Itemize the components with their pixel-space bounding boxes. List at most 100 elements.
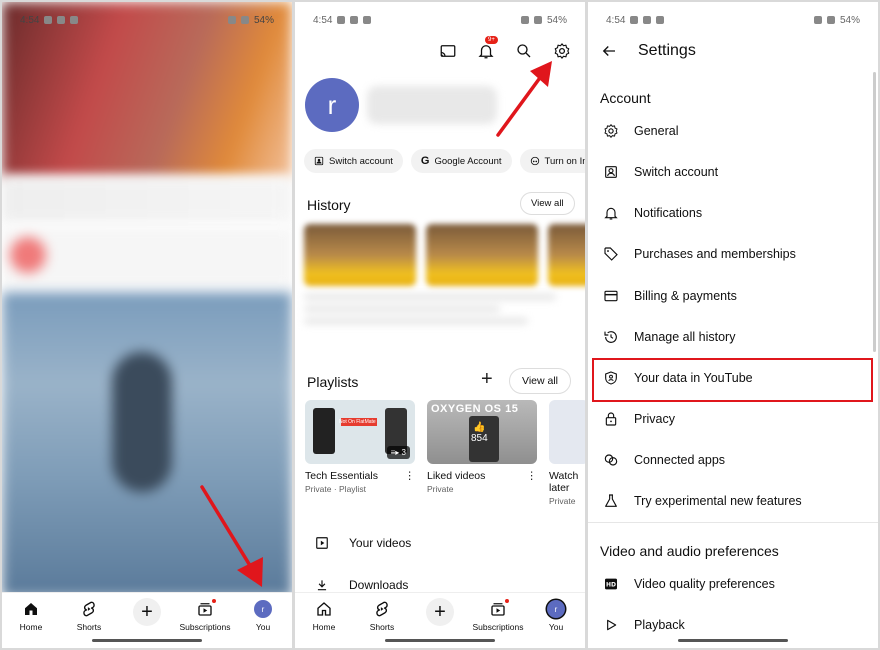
notification-badge: 9+ [485,36,498,44]
video-section-header: Video and audio preferences [600,543,779,559]
notification-icon [44,16,53,24]
clock: 4:54 [20,14,40,26]
gesture-bar [92,639,202,642]
thumbs-up-icon: 👍 [473,422,486,433]
playlists-view-all-button[interactable]: View all [509,368,571,394]
incognito-icon [530,156,539,166]
battery-level: 54% [839,14,860,26]
settings-item-playback[interactable]: Playback [600,608,868,642]
profile-avatar[interactable]: r [305,78,359,132]
more-options-icon[interactable]: ⋮ [527,470,538,482]
switch-account-chip[interactable]: Switch account [304,149,403,173]
liked-count: 👍 854 [471,422,488,444]
your-videos-row[interactable]: Your videos [315,536,411,550]
signal-icon [520,16,529,24]
settings-item-manage-history[interactable]: Manage all history [600,320,868,354]
notification-icon [337,16,346,24]
back-arrow-icon[interactable] [600,42,618,60]
history-video-thumbnail[interactable] [304,224,416,286]
red-arrow-annotation [200,485,263,587]
home-feed-screen: 4:54 54% Home Shorts + Subscriptions r Y… [2,2,292,648]
switch-account-icon [602,163,620,181]
nav-create[interactable]: + [120,598,174,626]
history-thumbnails [304,224,585,286]
signal-icon [227,16,236,24]
nav-home[interactable]: Home [297,599,351,632]
blurred-video-info [2,177,292,222]
playlists-title: Playlists [307,374,359,390]
nav-you-label: You [548,622,564,632]
cast-icon[interactable] [439,42,457,60]
svg-text:HD: HD [606,582,616,589]
downloads-row[interactable]: Downloads [315,578,408,592]
settings-item-label: General [634,124,679,138]
settings-item-privacy[interactable]: Privacy [600,402,868,436]
playlist-card-watch-later[interactable]: Watch later Private [549,400,585,506]
nav-subscriptions[interactable]: Subscriptions [471,598,525,632]
nav-you-label: You [255,622,271,632]
nav-shorts[interactable]: Shorts [62,599,116,632]
settings-screen: 4:54 54% Settings Account General Switch… [588,2,878,648]
account-chips: Switch account G Google Account Turn on … [304,149,585,173]
nav-you[interactable]: r You [529,599,583,632]
settings-item-switch-account[interactable]: Switch account [600,155,868,189]
playlist-subtitle: Private [427,484,454,494]
google-icon: G [420,155,430,167]
switch-account-chip-label: Switch account [329,155,393,167]
play-box-icon [316,537,328,549]
settings-item-general[interactable]: General [600,114,868,148]
settings-item-billing[interactable]: Billing & payments [600,279,868,313]
hd-icon: HD [602,575,620,593]
home-outline-icon [314,599,334,619]
history-view-all-button[interactable]: View all [520,192,575,215]
settings-item-notifications[interactable]: Notifications [600,196,868,230]
google-account-chip[interactable]: G Google Account [410,149,512,173]
lock-icon [602,410,620,428]
connected-apps-icon [602,451,620,469]
playlist-card-liked-videos[interactable]: OXYGEN OS 15 👍 854 Liked videos ⋮ Private [427,400,537,506]
history-video-thumbnail[interactable] [426,224,538,286]
history-video-thumbnail[interactable] [548,224,585,286]
settings-item-purchases[interactable]: Purchases and memberships [600,237,868,271]
settings-item-experimental[interactable]: Try experimental new features [600,484,868,518]
playlist-subtitle: Private · Playlist [305,484,366,494]
more-options-icon[interactable]: ⋮ [405,470,416,482]
settings-item-label: Purchases and memberships [634,247,796,261]
notification-icon [363,16,372,24]
play-icon [602,616,620,634]
blurred-history-titles [304,294,584,334]
settings-item-label: Try experimental new features [634,494,802,508]
blurred-channel-name [367,86,497,124]
playlist-thumbnail: Not On FlatMate ≡▸ 3 [305,400,415,464]
plus-icon: + [426,598,454,626]
shorts-icon [79,599,99,619]
nav-subscriptions[interactable]: Subscriptions [178,598,232,632]
playlist-card-tech-essentials[interactable]: Not On FlatMate ≡▸ 3 Tech Essentials ⋮ Pr… [305,400,415,506]
blurred-video-thumbnail[interactable] [2,2,292,177]
gesture-bar [678,639,788,642]
downloads-label: Downloads [349,578,409,592]
playlist-title: Watch later [549,470,579,494]
notification-icon [656,16,665,24]
playlist-thumbnail: OXYGEN OS 15 👍 854 [427,400,537,464]
settings-item-video-quality[interactable]: HD Video quality preferences [600,567,868,601]
new-playlist-plus-icon[interactable]: + [481,368,493,391]
wifi-icon [826,16,835,24]
bell-icon [602,204,620,222]
nav-subscriptions-label: Subscriptions [472,622,524,632]
scrollbar[interactable] [873,72,876,352]
blurred-channel-row [2,227,292,287]
settings-item-label: Privacy [634,412,675,426]
settings-item-label: Billing & payments [634,289,737,303]
nav-home-label: Home [19,622,43,632]
settings-item-connected-apps[interactable]: Connected apps [600,443,868,477]
battery-level: 54% [253,14,274,26]
nav-home[interactable]: Home [4,599,58,632]
highlight-box-your-data [592,358,873,402]
nav-create[interactable]: + [413,598,467,626]
nav-shorts[interactable]: Shorts [355,599,409,632]
red-arrow-annotation [496,61,552,137]
settings-item-label: Notifications [634,206,703,220]
nav-you[interactable]: r You [236,599,290,632]
incognito-chip[interactable]: Turn on Inc [519,149,585,173]
